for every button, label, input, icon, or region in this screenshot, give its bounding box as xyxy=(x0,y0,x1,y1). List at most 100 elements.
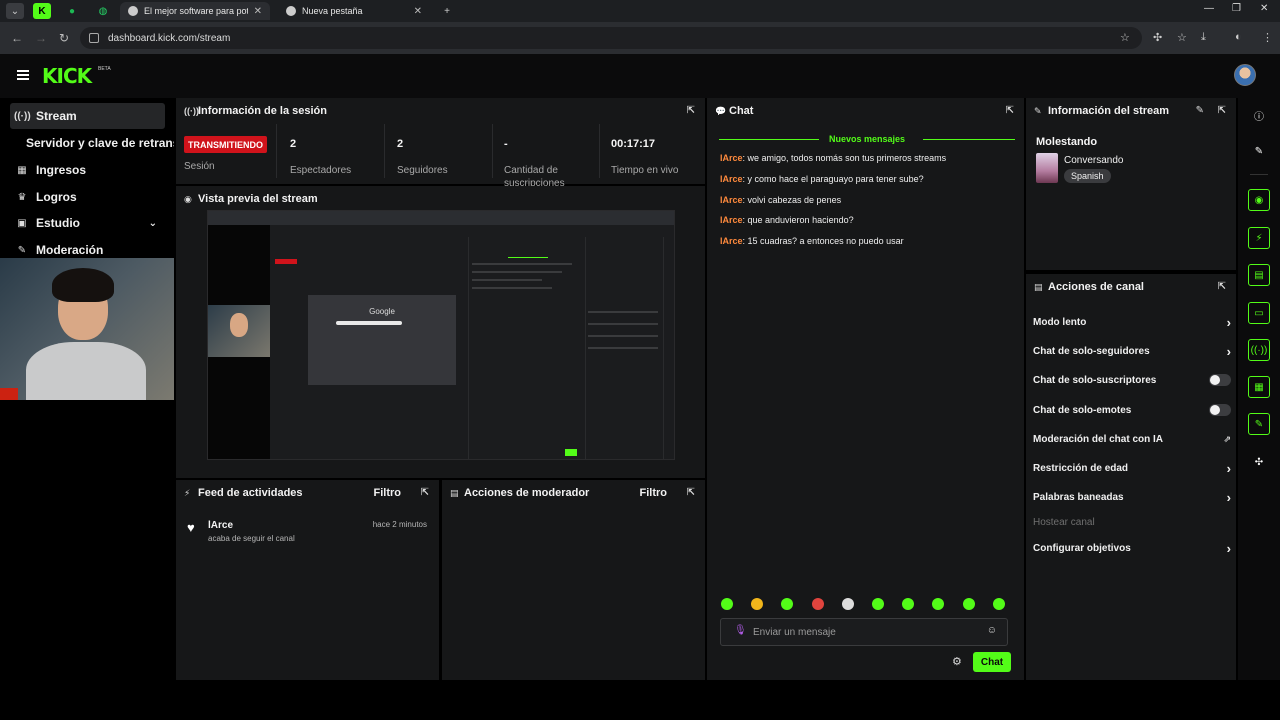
info-icon[interactable]: ⓘ xyxy=(1248,104,1270,126)
kick-header: KICK BETA xyxy=(0,54,1280,98)
filter-button[interactable]: Filtro xyxy=(374,487,402,499)
lightning-panel-icon[interactable]: ⚡ xyxy=(1248,227,1270,249)
action-set-goals[interactable]: Configurar objetivos › xyxy=(1033,538,1231,558)
url-field[interactable]: dashboard.kick.com/stream xyxy=(80,27,1142,49)
emote-icon[interactable] xyxy=(841,598,854,610)
sidebar-item-stream[interactable]: ((·)) Stream xyxy=(10,103,165,129)
emote-icon[interactable] xyxy=(751,598,764,610)
chevron-right-icon: › xyxy=(1226,489,1231,505)
kick-tab-icon[interactable]: K xyxy=(33,3,51,19)
layout-panel-icon[interactable]: ▦ xyxy=(1248,376,1270,398)
chat-username[interactable]: lArce xyxy=(720,195,743,205)
feed-action-text: acaba de seguir el canal xyxy=(208,534,295,543)
preview-panel-icon[interactable]: ◉ xyxy=(1248,189,1270,211)
menu-dots-icon[interactable]: ⋮ xyxy=(1262,31,1273,44)
chat-message: lArce: we amigo, todos nomás son tus pri… xyxy=(720,153,946,163)
sidebar-subitem-server-key[interactable]: Servidor y clave de retransm xyxy=(26,136,174,150)
action-banned-words[interactable]: Palabras baneadas › xyxy=(1033,487,1231,507)
emote-icon[interactable] xyxy=(872,598,884,610)
whatsapp-tab-icon[interactable]: ◍ xyxy=(94,3,112,19)
emoji-picker-icon[interactable]: ☺ xyxy=(987,625,997,636)
edit-pencil-icon[interactable]: ✎ xyxy=(1196,105,1204,116)
extensions-icon[interactable]: ✣ xyxy=(1153,31,1162,44)
close-window-icon[interactable]: ✕ xyxy=(1260,3,1268,14)
popout-icon[interactable]: ⇱ xyxy=(1006,105,1014,116)
extensions-icon[interactable]: ✣ xyxy=(1248,451,1270,473)
emote-icon[interactable] xyxy=(992,598,1005,610)
new-tab-icon[interactable]: + xyxy=(438,3,456,19)
trophy-icon: ♛ xyxy=(17,191,27,203)
filter-button[interactable]: Filtro xyxy=(640,487,668,499)
download-icon[interactable]: ⤓ xyxy=(1201,31,1206,44)
edit-icon[interactable]: ✎ xyxy=(1248,140,1270,162)
chat-text: : y como hace el paraguayo para tener su… xyxy=(742,174,924,184)
action-ai-moderation[interactable]: Moderación del chat con IA ⇗ xyxy=(1033,429,1231,449)
panel-title: Vista previa del stream xyxy=(198,193,318,205)
emote-icon[interactable] xyxy=(721,598,733,610)
back-icon[interactable]: ← xyxy=(11,31,23,45)
action-age-restriction[interactable]: Restricción de edad › xyxy=(1033,458,1231,478)
wrench-panel-icon[interactable]: ✎ xyxy=(1248,413,1270,435)
shield-icon xyxy=(128,6,138,16)
external-link-icon: ⇗ xyxy=(1223,433,1231,444)
chat-panel-icon[interactable]: ▭ xyxy=(1248,302,1270,324)
sidebar-item-logros[interactable]: ♛ Logros xyxy=(10,184,165,210)
hamburger-menu-icon[interactable] xyxy=(17,70,29,80)
action-slow-mode[interactable]: Modo lento › xyxy=(1033,312,1231,332)
chat-message-input[interactable] xyxy=(753,624,983,640)
minimize-icon[interactable]: — xyxy=(1204,3,1214,14)
language-badge: Spanish xyxy=(1064,169,1111,183)
chat-username[interactable]: lArce xyxy=(720,174,743,184)
lightning-icon: ⚡ xyxy=(184,487,191,498)
popout-icon[interactable]: ⇱ xyxy=(421,487,429,498)
popout-icon[interactable]: ⇱ xyxy=(687,487,695,498)
broadcast-panel-icon[interactable]: ((·)) xyxy=(1248,339,1270,361)
chat-send-button[interactable]: Chat xyxy=(973,652,1011,672)
reload-icon[interactable]: ↻ xyxy=(59,31,69,45)
emote-icon[interactable] xyxy=(962,598,975,610)
browser-tab[interactable]: Nueva pestaña ✕ xyxy=(278,2,430,20)
microphone-icon[interactable]: 🎙 xyxy=(734,625,747,636)
chat-input-box: 🎙 ☺ xyxy=(720,618,1008,646)
feed-timestamp: hace 2 minutos xyxy=(372,520,427,529)
feed-username[interactable]: lArce xyxy=(208,520,233,531)
popout-icon[interactable]: ⇱ xyxy=(1218,105,1226,116)
site-info-icon[interactable] xyxy=(89,33,99,43)
stream-preview-video[interactable]: Google xyxy=(207,210,675,460)
sidebar-item-estudio[interactable]: ▣ Estudio ⌄ xyxy=(10,210,165,236)
sidebar-item-label: Stream xyxy=(36,109,77,123)
action-followers-only[interactable]: Chat de solo-seguidores › xyxy=(1033,341,1231,361)
settings-gear-icon[interactable]: ⚙ xyxy=(952,655,962,668)
emotes-only-toggle[interactable] xyxy=(1209,404,1231,416)
panel-title: Información de la sesión xyxy=(198,105,327,117)
profile-icon[interactable]: ◐ xyxy=(1235,31,1242,43)
bookmark-star-icon[interactable]: ☆ xyxy=(1120,31,1130,44)
channel-actions-panel: ▤ Acciones de canal ⇱ Modo lento › Chat d… xyxy=(1026,274,1236,680)
close-icon[interactable]: ✕ xyxy=(254,6,262,17)
restore-icon[interactable]: ❐ xyxy=(1232,3,1241,14)
tab-list-icon[interactable]: ⌄ xyxy=(6,3,24,19)
subscribers-only-toggle[interactable] xyxy=(1209,374,1231,386)
forward-icon[interactable]: → xyxy=(35,31,47,45)
preview-icon: ◉ xyxy=(184,193,192,204)
kick-logo[interactable]: KICK xyxy=(42,64,92,88)
document-panel-icon[interactable]: ▤ xyxy=(1248,264,1270,286)
chat-username[interactable]: lArce xyxy=(720,236,743,246)
emote-icon[interactable] xyxy=(932,598,945,610)
emote-icon[interactable] xyxy=(902,598,915,610)
emote-icon[interactable] xyxy=(811,598,824,610)
user-avatar[interactable] xyxy=(1234,64,1256,86)
wrench-icon: ✎ xyxy=(17,244,27,256)
chat-username[interactable]: lArce xyxy=(720,153,743,163)
close-icon[interactable]: ✕ xyxy=(414,6,422,17)
popout-icon[interactable]: ⇱ xyxy=(687,105,695,116)
browser-tab-bar: ⌄ K ● ◍ El mejor software para potencia … xyxy=(0,0,1280,22)
browser-tab[interactable]: El mejor software para potencia ✕ xyxy=(120,2,270,20)
action-label: Restricción de edad xyxy=(1033,462,1129,474)
chat-username[interactable]: lArce xyxy=(720,215,743,225)
favorites-icon[interactable]: ☆ xyxy=(1177,31,1187,44)
popout-icon[interactable]: ⇱ xyxy=(1218,281,1226,292)
sidebar-item-ingresos[interactable]: ▦ Ingresos xyxy=(10,157,165,183)
spotify-tab-icon[interactable]: ● xyxy=(63,3,81,19)
emote-icon[interactable] xyxy=(781,598,794,610)
